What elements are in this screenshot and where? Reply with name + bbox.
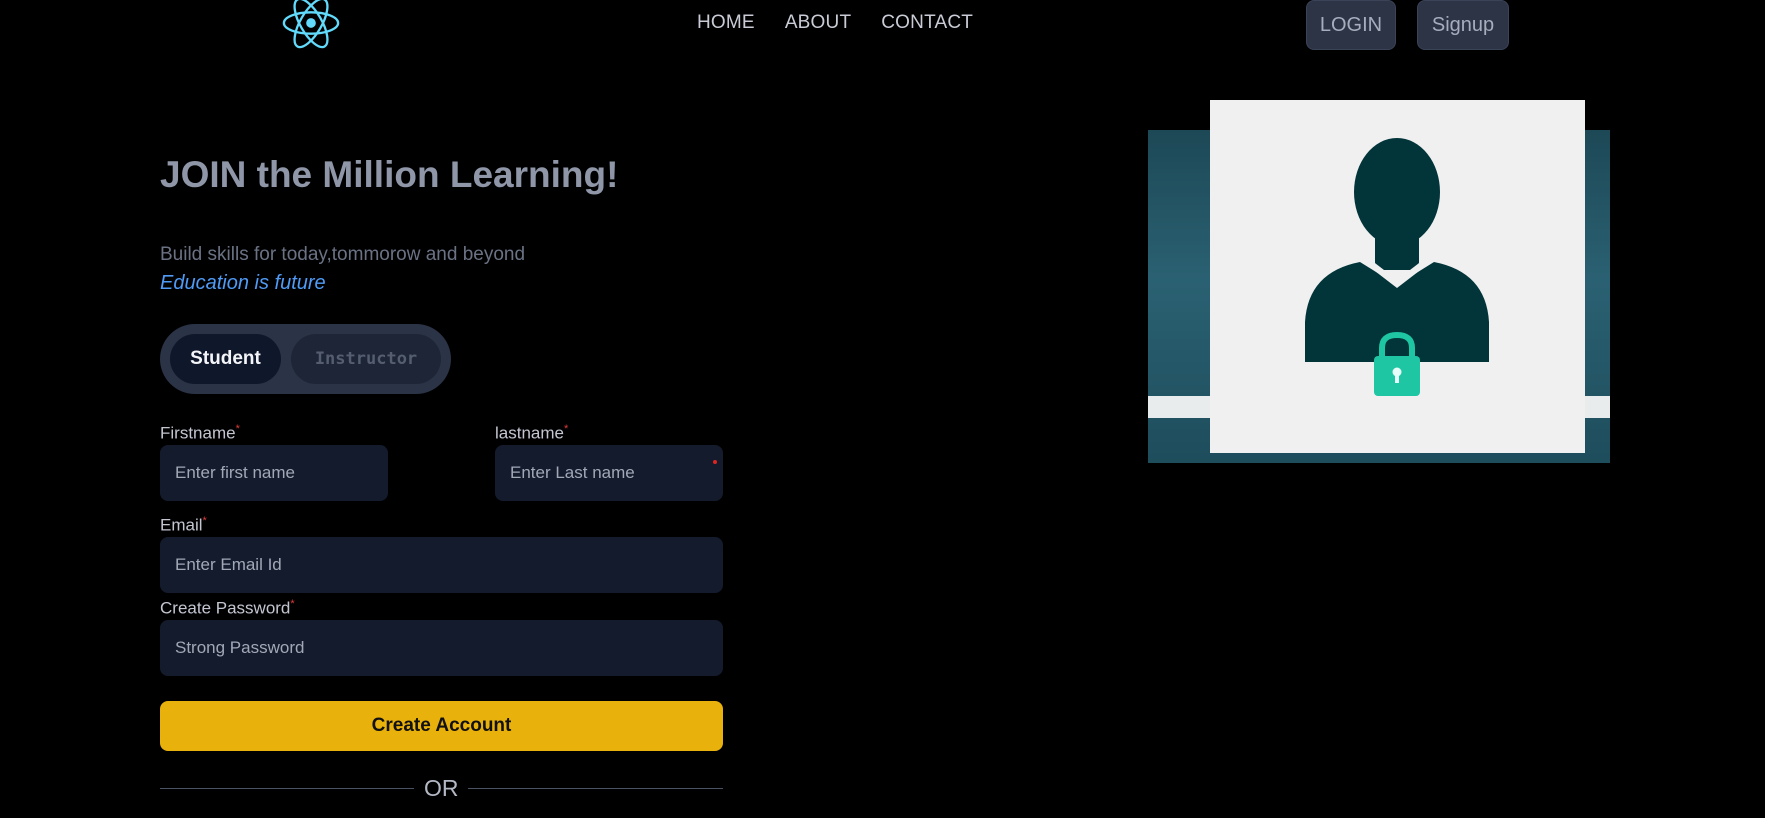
password-input[interactable]	[160, 620, 723, 676]
lastname-label: lastname*	[495, 423, 568, 444]
main-nav: HOME ABOUT CONTACT	[697, 12, 973, 34]
instructor-tab[interactable]: Instructor	[291, 334, 441, 384]
create-account-button[interactable]: Create Account	[160, 701, 723, 751]
or-divider-text: OR	[424, 775, 459, 801]
lastname-label-text: lastname	[495, 423, 564, 443]
password-label-text: Create Password	[160, 598, 291, 618]
divider-line-right	[468, 788, 723, 789]
required-mark: *	[290, 598, 295, 610]
required-mark: *	[235, 423, 240, 435]
required-mark: *	[563, 423, 569, 435]
react-atom-icon[interactable]	[280, 0, 342, 54]
required-indicator-dot	[713, 460, 717, 464]
nav-about-link[interactable]: ABOUT	[785, 12, 851, 34]
firstname-input[interactable]	[160, 445, 388, 501]
required-mark: *	[202, 515, 207, 527]
firstname-label-text: Firstname	[160, 423, 236, 443]
email-input[interactable]	[160, 537, 723, 593]
divider-line-left	[160, 788, 414, 789]
student-tab[interactable]: Student	[170, 334, 281, 384]
nav-contact-link[interactable]: CONTACT	[881, 12, 973, 34]
page-subtitle: Build skills for today,tommorow and beyo…	[160, 244, 526, 265]
page-title: JOIN the Million Learning!	[160, 154, 619, 195]
firstname-label: Firstname*	[160, 423, 240, 444]
nav-home-link[interactable]: HOME	[697, 12, 755, 34]
user-lock-icon	[1210, 100, 1585, 453]
email-label: Email*	[160, 515, 207, 536]
signup-button[interactable]: Signup	[1417, 0, 1509, 50]
password-label: Create Password*	[160, 598, 295, 619]
login-button[interactable]: LOGIN	[1306, 0, 1396, 50]
email-label-text: Email	[160, 515, 203, 535]
lastname-input[interactable]	[495, 445, 723, 501]
tagline: Education is future	[160, 272, 326, 294]
auth-buttons: LOGIN Signup	[1306, 0, 1509, 50]
account-type-toggle: Student Instructor	[160, 324, 451, 394]
